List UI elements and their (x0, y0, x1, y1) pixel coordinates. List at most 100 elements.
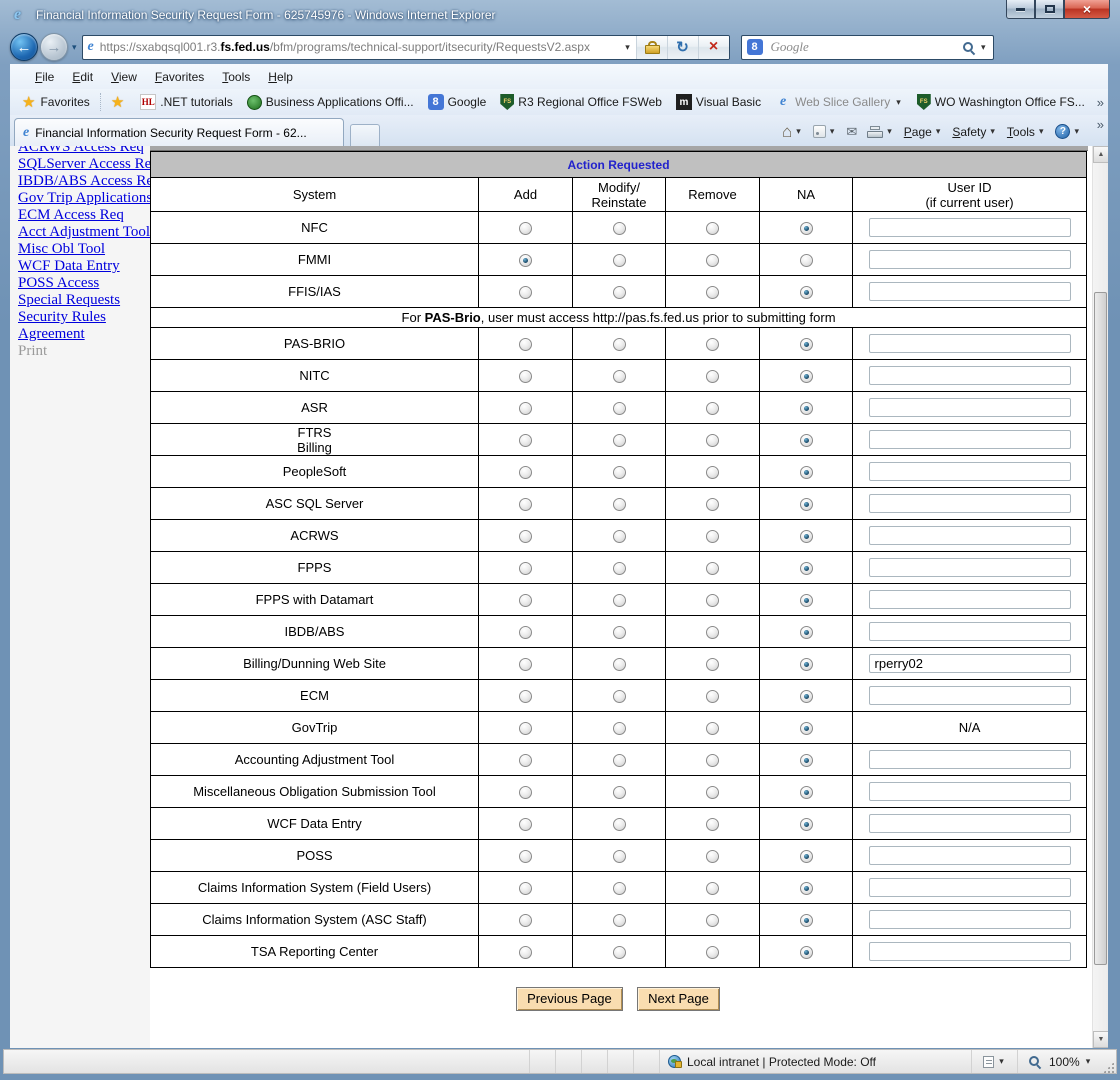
read-mail-button[interactable]: ✉ (841, 122, 862, 142)
menu-edit[interactable]: Edit (63, 67, 102, 87)
vertical-scrollbar[interactable]: ▲ ▼ (1092, 146, 1108, 1048)
radio-modify-reinstate[interactable] (613, 914, 626, 927)
menu-view[interactable]: View (102, 67, 146, 87)
new-tab-button[interactable] (350, 124, 380, 146)
radio-add[interactable] (519, 914, 532, 927)
compatibility-view-button[interactable]: ▾ (971, 1050, 1017, 1073)
close-button[interactable]: × (1064, 0, 1110, 19)
help-button[interactable]: ?▾ (1050, 122, 1086, 141)
radio-add[interactable] (519, 754, 532, 767)
radio-remove[interactable] (706, 690, 719, 703)
radio-add[interactable] (519, 402, 532, 415)
user-id-input[interactable] (869, 814, 1071, 833)
radio-modify-reinstate[interactable] (613, 286, 626, 299)
radio-add[interactable] (519, 722, 532, 735)
radio-modify-reinstate[interactable] (613, 370, 626, 383)
user-id-input[interactable] (869, 494, 1071, 513)
radio-remove[interactable] (706, 338, 719, 351)
radio-na[interactable] (800, 914, 813, 927)
radio-na[interactable] (800, 818, 813, 831)
radio-add[interactable] (519, 254, 532, 267)
user-id-input[interactable] (869, 750, 1071, 769)
menu-help[interactable]: Help (259, 67, 302, 87)
sidebar-link[interactable]: ACRWS Access Req (18, 146, 150, 156)
radio-add[interactable] (519, 626, 532, 639)
scrollbar-thumb[interactable] (1094, 292, 1107, 965)
menu-tools[interactable]: Tools (213, 67, 259, 87)
user-id-input[interactable] (869, 398, 1071, 417)
radio-na[interactable] (800, 754, 813, 767)
maximize-button[interactable] (1035, 0, 1064, 19)
radio-add[interactable] (519, 466, 532, 479)
radio-na[interactable] (800, 370, 813, 383)
radio-modify-reinstate[interactable] (613, 530, 626, 543)
user-id-input[interactable] (869, 218, 1071, 237)
radio-na[interactable] (800, 466, 813, 479)
search-icon[interactable] (962, 41, 975, 54)
radio-na[interactable] (800, 254, 813, 267)
radio-na[interactable] (800, 434, 813, 447)
favorite-item[interactable]: HL.NET tutorials (134, 92, 238, 112)
sidebar-link[interactable]: Misc Obl Tool (18, 241, 150, 258)
sidebar-link[interactable]: WCF Data Entry (18, 258, 150, 275)
radio-remove[interactable] (706, 882, 719, 895)
radio-remove[interactable] (706, 370, 719, 383)
zoom-control[interactable]: 100% ▾ (1017, 1050, 1103, 1073)
safety-menu[interactable]: Safety▾ (947, 123, 1002, 141)
radio-modify-reinstate[interactable] (613, 882, 626, 895)
radio-add[interactable] (519, 850, 532, 863)
user-id-input[interactable] (869, 558, 1071, 577)
sidebar-link[interactable]: POSS Access (18, 275, 150, 292)
print-button[interactable]: ▾ (862, 124, 899, 140)
radio-modify-reinstate[interactable] (613, 722, 626, 735)
favorites-label[interactable]: Favorites (40, 95, 89, 109)
radio-na[interactable] (800, 658, 813, 671)
radio-remove[interactable] (706, 222, 719, 235)
sidebar-link[interactable]: ECM Access Req (18, 207, 150, 224)
radio-na[interactable] (800, 690, 813, 703)
radio-add[interactable] (519, 370, 532, 383)
radio-remove[interactable] (706, 786, 719, 799)
radio-add[interactable] (519, 338, 532, 351)
sidebar-link[interactable]: Security Rules (18, 309, 150, 326)
radio-remove[interactable] (706, 254, 719, 267)
radio-na[interactable] (800, 594, 813, 607)
radio-remove[interactable] (706, 434, 719, 447)
radio-add[interactable] (519, 286, 532, 299)
radio-modify-reinstate[interactable] (613, 946, 626, 959)
radio-modify-reinstate[interactable] (613, 434, 626, 447)
user-id-input[interactable] (869, 878, 1071, 897)
refresh-button[interactable]: ↻ (667, 36, 698, 59)
radio-na[interactable] (800, 786, 813, 799)
favorite-item[interactable]: Business Applications Offi... (241, 93, 420, 112)
radio-na[interactable] (800, 946, 813, 959)
radio-remove[interactable] (706, 946, 719, 959)
radio-remove[interactable] (706, 850, 719, 863)
radio-remove[interactable] (706, 530, 719, 543)
radio-na[interactable] (800, 530, 813, 543)
user-id-input[interactable] (869, 910, 1071, 929)
page-menu[interactable]: Page▾ (899, 123, 948, 141)
commandbar-overflow-icon[interactable]: » (1097, 117, 1104, 132)
search-dropdown-icon[interactable]: ▾ (979, 42, 988, 53)
radio-add[interactable] (519, 594, 532, 607)
feeds-button[interactable]: ▾ (808, 123, 842, 140)
user-id-input[interactable] (869, 282, 1071, 301)
sidebar-link[interactable]: Special Requests (18, 292, 150, 309)
radio-remove[interactable] (706, 466, 719, 479)
favorite-item[interactable]: eWeb Slice Gallery▾ (769, 92, 909, 112)
menu-file[interactable]: File (26, 67, 63, 87)
user-id-input[interactable] (869, 526, 1071, 545)
radio-add[interactable] (519, 562, 532, 575)
previous-page-button[interactable]: Previous Page (516, 987, 623, 1011)
radio-add[interactable] (519, 434, 532, 447)
sidebar-link[interactable]: Gov Trip Applications (18, 190, 150, 207)
radio-add[interactable] (519, 786, 532, 799)
radio-add[interactable] (519, 222, 532, 235)
radio-remove[interactable] (706, 914, 719, 927)
address-field[interactable]: e https://sxabqsql001.r3.fs.fed.us/bfm/p… (83, 36, 620, 59)
user-id-input[interactable] (869, 334, 1071, 353)
radio-modify-reinstate[interactable] (613, 498, 626, 511)
chevron-down-icon[interactable]: ▾ (894, 97, 903, 108)
back-button[interactable]: ← (10, 33, 38, 61)
